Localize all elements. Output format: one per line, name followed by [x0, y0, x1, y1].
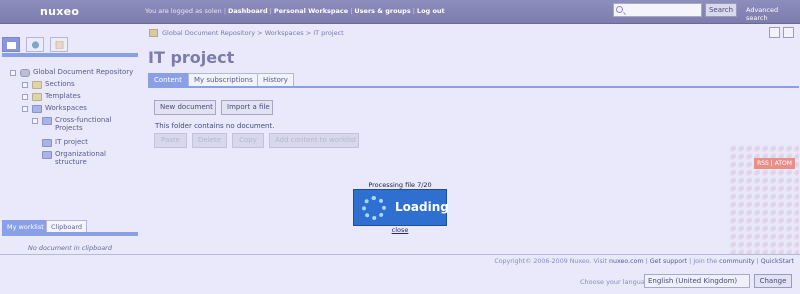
copy-button[interactable]: Copy	[232, 133, 264, 148]
collapse-icon[interactable]	[22, 106, 28, 112]
folder-icon	[42, 117, 52, 125]
tree-label-organizational-2: structure	[55, 158, 87, 166]
search-button[interactable]: Search	[705, 3, 737, 17]
print-icon[interactable]	[783, 27, 794, 38]
sidebar-divider	[2, 53, 138, 57]
get-support-link[interactable]: Get support	[650, 258, 687, 265]
nuxeo-logo[interactable]: nuxeo	[40, 5, 79, 18]
folder-icon	[32, 93, 42, 101]
nuxeo-site-link[interactable]: nuxeo.com	[609, 258, 644, 265]
tree-label-templates: Templates	[45, 92, 81, 100]
main-content: Global Document Repository > Workspaces …	[139, 24, 800, 254]
tab-my-subscriptions[interactable]: My subscriptions	[188, 73, 259, 87]
paste-button[interactable]: Paste	[154, 133, 187, 148]
breadcrumb-item-current: IT project	[313, 29, 344, 37]
processing-status: Processing file 7/20	[368, 181, 432, 189]
document-icon	[55, 41, 64, 49]
tab-navigation-tree[interactable]	[2, 37, 20, 52]
dashboard-link[interactable]: Dashboard	[228, 7, 268, 15]
user-line: You are logged as solen | Dashboard | Person…	[145, 7, 445, 15]
home-icon[interactable]	[149, 29, 158, 37]
breadcrumb-item-workspaces[interactable]: Workspaces	[265, 29, 304, 37]
folder-icon	[42, 151, 52, 159]
rss-atom-badge[interactable]: RSS | ATOM	[754, 158, 795, 169]
clipboard-empty-text: No document in clipboard	[28, 244, 112, 252]
tab-history[interactable]: History	[257, 73, 294, 87]
search-icon	[616, 6, 623, 13]
page-actions	[766, 27, 794, 40]
collapse-icon[interactable]	[10, 70, 16, 76]
top-bar: nuxeo You are logged as solen | Dashboard |…	[0, 0, 800, 24]
users-groups-link[interactable]: Users & groups	[354, 7, 410, 15]
footer-divider	[0, 254, 800, 255]
import-file-button[interactable]: Import a file	[221, 100, 273, 115]
personal-workspace-link[interactable]: Personal Workspace	[274, 7, 348, 15]
delete-button[interactable]: Delete	[192, 133, 227, 148]
close-link[interactable]: close	[353, 226, 447, 234]
quickstart-link[interactable]: QuickStart	[761, 258, 794, 265]
community-link[interactable]: community	[719, 258, 755, 265]
export-icon[interactable]	[769, 27, 780, 38]
new-document-button[interactable]: New document	[154, 100, 216, 115]
logged-in-text: You are logged as solen	[145, 7, 222, 15]
breadcrumb-item-root[interactable]: Global Document Repository	[162, 29, 255, 37]
change-language-button[interactable]: Change	[754, 274, 792, 288]
language-select[interactable]: English (United Kingdom)	[644, 274, 750, 288]
folder-icon	[32, 81, 42, 89]
globe-icon	[31, 41, 40, 49]
database-icon	[20, 69, 30, 77]
tree-label-workspaces: Workspaces	[45, 104, 87, 112]
clipboard-divider	[2, 232, 138, 236]
breadcrumb: Global Document Repository > Workspaces …	[149, 29, 344, 37]
expand-icon[interactable]	[22, 82, 28, 88]
add-to-worklist-button[interactable]: Add content to worklist	[269, 133, 359, 148]
logout-link[interactable]: Log out	[417, 7, 445, 15]
folder-icon	[7, 42, 16, 49]
folder-icon	[32, 105, 42, 113]
tree-label-it-project: IT project	[55, 138, 88, 146]
tree-label-cross-functional-2: Projects	[55, 124, 83, 132]
advanced-search-link[interactable]: Advanced search	[746, 6, 800, 22]
copyright-text: Copyright© 2006-2009 Nuxeo. Visit	[494, 258, 607, 265]
tab-virtual-navigation[interactable]	[26, 37, 44, 52]
tab-underline	[148, 86, 799, 88]
page-title: IT project	[148, 48, 235, 67]
tree-label-cross-functional-1: Cross-functional	[55, 116, 112, 124]
tree-label-root: Global Document Repository	[33, 68, 134, 76]
footer-copyright: Copyright© 2006-2009 Nuxeo. Visit nuxeo.…	[494, 258, 794, 265]
tab-content[interactable]: Content	[148, 73, 188, 87]
loading-box: Loading	[353, 189, 449, 226]
spinner-icon	[362, 196, 386, 220]
folder-icon	[42, 139, 52, 147]
sidebar: Global Document Repository Sections Temp…	[0, 24, 139, 255]
join-text: Join the	[693, 258, 718, 265]
loading-label: Loading	[395, 200, 449, 214]
tree-label-sections: Sections	[45, 80, 75, 88]
tree-label-organizational-1: Organizational	[55, 150, 106, 158]
expand-icon[interactable]	[22, 94, 28, 100]
empty-folder-text: This folder contains no document.	[155, 122, 275, 130]
expand-icon[interactable]	[32, 118, 38, 124]
tab-tag-cloud[interactable]	[50, 37, 68, 52]
search-input[interactable]	[613, 3, 702, 17]
